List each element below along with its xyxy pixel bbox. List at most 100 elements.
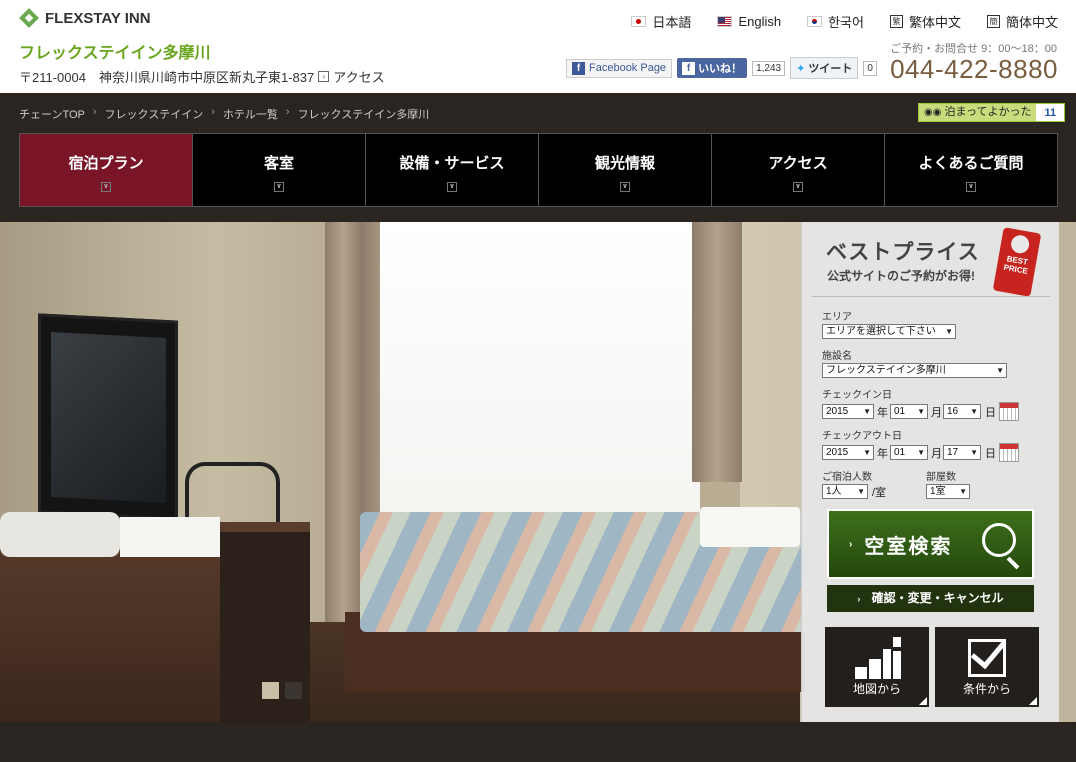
nav-plans[interactable]: 宿泊プラン ∨ <box>20 134 193 206</box>
rooms-select[interactable]: 1室 <box>926 484 970 499</box>
checkout-month-select[interactable]: 01 <box>890 445 928 460</box>
breadcrumb: チェーンTOP › フレックステイイン › ホテル一覧 › フレックステイイン多… <box>19 106 429 122</box>
lang-label: 簡体中文 <box>1005 15 1058 30</box>
traditional-chinese-badge-icon: 繁 <box>889 15 903 28</box>
japan-flag-icon <box>631 16 647 27</box>
rooms-label: 部屋数 <box>926 472 956 483</box>
nav-label: 観光情報 <box>594 155 655 172</box>
lang-label: 繁体中文 <box>908 15 961 30</box>
search-by-condition-button[interactable]: 条件から <box>935 627 1039 707</box>
calendar-icon[interactable] <box>999 402 1019 421</box>
slider-dot[interactable] <box>285 682 302 699</box>
nav-rooms[interactable]: 客室 ∨ <box>193 134 366 206</box>
lang-japanese[interactable]: 日本語 <box>631 12 691 31</box>
tripadvisor-label: ◉◉ 泊まってよかった <box>919 104 1037 121</box>
tweet-label: ツイート <box>808 63 853 75</box>
area-select[interactable]: エリアを選択して下さい <box>822 324 956 339</box>
photo-chair <box>185 462 280 522</box>
photo-telephone <box>0 512 120 557</box>
calendar-icon[interactable] <box>999 443 1019 462</box>
search-by-map-button[interactable]: 地図から <box>825 627 929 707</box>
chevron-down-icon: ∨ <box>620 182 630 192</box>
tripadvisor-text: 泊まってよかった <box>944 106 1032 118</box>
contact-info: ご予約・お問合せ 9：00～18：00 044-422-8880 <box>890 40 1058 85</box>
access-link[interactable]: アクセス <box>333 67 384 86</box>
nav-label: 客室 <box>263 155 294 172</box>
nav-faq[interactable]: よくあるご質問 ∨ <box>885 134 1057 206</box>
checkin-label: チェックイン日 <box>822 390 892 401</box>
photo-curtain-right <box>692 222 742 482</box>
tripadvisor-owl-icon: ◉◉ <box>924 107 942 118</box>
lang-label: English <box>738 14 782 29</box>
main-nav: 宿泊プラン ∨ 客室 ∨ 設備・サービス ∨ 観光情報 ∨ アクセス ∨ よくあ… <box>19 133 1058 207</box>
footer-band <box>0 722 1076 762</box>
nav-facilities[interactable]: 設備・サービス ∨ <box>366 134 539 206</box>
checkin-year-select[interactable]: 2015 <box>822 404 874 419</box>
photo-tissue-box <box>120 517 220 557</box>
access-arrow-icon[interactable]: › <box>318 71 330 82</box>
korea-flag-icon <box>807 16 823 27</box>
area-label: エリア <box>822 312 852 323</box>
guests-select[interactable]: 1人 <box>822 484 868 499</box>
checkin-month-select[interactable]: 01 <box>890 404 928 419</box>
slider-dot[interactable] <box>262 682 279 699</box>
tripadvisor-badge[interactable]: ◉◉ 泊まってよかった 11 <box>918 103 1066 122</box>
unit-day: 日 <box>985 407 996 419</box>
checkout-label: チェックアウト日 <box>822 431 902 442</box>
us-flag-icon <box>717 16 733 27</box>
address-text: 〒211-0004 神奈川県川崎市中原区新丸子東1-837 <box>19 70 315 85</box>
checkout-day-select[interactable]: 17 <box>943 445 981 460</box>
simplified-chinese-badge-icon: 簡 <box>986 15 1000 28</box>
breadcrumb-separator-icon: › <box>285 106 290 118</box>
chevron-right-icon: › <box>849 538 855 550</box>
breadcrumb-separator-icon: › <box>92 106 97 118</box>
facility-select[interactable]: フレックステイイン多摩川 <box>822 363 1007 378</box>
unit-month: 月 <box>931 448 942 460</box>
breadcrumb-current: フレックステイイン多摩川 <box>297 109 430 121</box>
breadcrumb-item[interactable]: チェーンTOP <box>19 106 85 122</box>
twitter-bird-icon: ✦ <box>796 62 806 75</box>
checkout-year-select[interactable]: 2015 <box>822 445 874 460</box>
map-label: 地図から <box>852 682 901 696</box>
checkbox-icon <box>968 639 1006 677</box>
facebook-icon: f <box>682 61 696 75</box>
nav-label: 設備・サービス <box>399 155 505 172</box>
facebook-like-button[interactable]: f いいね！ <box>677 58 748 78</box>
facebook-page-label: Facebook Page <box>589 62 667 74</box>
breadcrumb-item[interactable]: ホテル一覧 <box>223 106 278 122</box>
lang-traditional-chinese[interactable]: 繁 繁体中文 <box>889 12 961 31</box>
search-label: 空室検索 <box>864 535 953 558</box>
facebook-icon: f <box>572 61 585 75</box>
lang-english[interactable]: English <box>717 12 781 31</box>
unit-month: 月 <box>931 407 942 419</box>
map-icon-block <box>869 659 881 679</box>
divider <box>812 296 1050 297</box>
unit-year: 年 <box>877 448 888 460</box>
checkin-day-select[interactable]: 16 <box>943 404 981 419</box>
like-count: 1,243 <box>752 60 786 76</box>
chevron-down-icon: ∨ <box>447 182 457 192</box>
nav-sightseeing[interactable]: 観光情報 ∨ <box>539 134 712 206</box>
nav-access[interactable]: アクセス ∨ <box>712 134 885 206</box>
language-switcher: 日本語 English 한국어 繁 繁体中文 簡 簡体中文 <box>631 12 1058 31</box>
breadcrumb-item[interactable]: フレックステイイン <box>105 106 204 122</box>
lang-label: 한국어 <box>828 15 864 30</box>
guests-unit: /室 <box>872 487 887 499</box>
booking-panel: ベストプライス 公式サイトのご予約がお得! BEST PRICE エリア エリア… <box>801 222 1059 722</box>
condition-label: 条件から <box>962 682 1011 696</box>
photo-tv-screen <box>51 332 166 504</box>
lang-korean[interactable]: 한국어 <box>807 12 864 31</box>
guests-label: ご宿泊人数 <box>822 472 872 483</box>
lang-label: 日本語 <box>652 15 692 30</box>
tweet-button[interactable]: ✦ ツイート <box>790 57 859 79</box>
facebook-page-button[interactable]: f Facebook Page <box>566 58 673 78</box>
phone-number[interactable]: 044-422-8880 <box>890 54 1058 85</box>
unit-year: 年 <box>877 407 888 419</box>
vacancy-search-button[interactable]: › 空室検索 <box>827 509 1034 579</box>
lang-simplified-chinese[interactable]: 簡 簡体中文 <box>986 12 1058 31</box>
nav-label: 宿泊プラン <box>68 155 144 172</box>
booking-title: ベストプライス <box>826 241 980 264</box>
chevron-down-icon: ∨ <box>101 182 111 192</box>
brand-logo[interactable]: FLEXSTAY INN <box>19 8 151 28</box>
confirm-change-cancel-button[interactable]: › 確認・変更・キャンセル <box>827 585 1034 612</box>
